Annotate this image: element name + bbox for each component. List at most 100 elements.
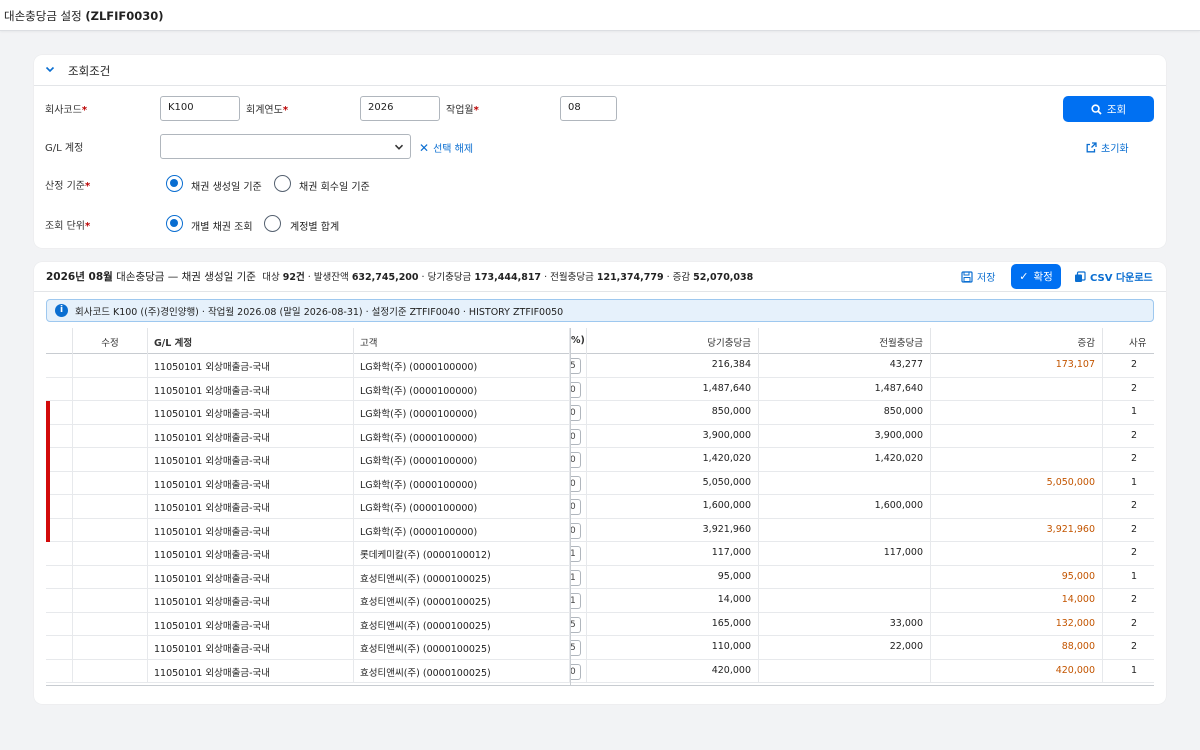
col-gl-account[interactable]: G/L 계정	[148, 328, 354, 354]
row-marker-cell	[46, 589, 73, 613]
table-row[interactable]: 11050101 외상매출금-국내 LG화학(주) (0000100000) 0 1,…	[46, 448, 1154, 472]
table-row[interactable]: 11050101 외상매출금-국내 LG화학(주) (0000100000) 0 1,…	[46, 495, 1154, 519]
basis-radio-collection[interactable]	[274, 175, 291, 192]
fiscal-year-input[interactable]: 2026	[360, 96, 440, 121]
unit-radio-individual[interactable]	[166, 215, 183, 232]
change-cell	[931, 401, 1103, 425]
table-row[interactable]: 11050101 외상매출금-국내 효성티앤씨(주) (0000100025) 1 1…	[46, 589, 1154, 613]
row-marker-cell	[46, 636, 73, 660]
unit-radio-account-sum[interactable]	[264, 215, 281, 232]
edit-cell[interactable]	[73, 565, 148, 589]
col-edit[interactable]: 수정	[73, 328, 148, 354]
edit-cell[interactable]	[73, 495, 148, 519]
customer-cell: LG화학(주) (0000100000)	[354, 448, 570, 472]
edit-cell[interactable]	[73, 377, 148, 401]
percent-input[interactable]: 5	[570, 616, 581, 633]
edit-cell[interactable]	[73, 424, 148, 448]
table-row[interactable]: 11050101 외상매출금-국내 효성티앤씨(주) (0000100025) 0 4…	[46, 659, 1154, 683]
col-customer[interactable]: 고객	[354, 328, 570, 354]
percent-input[interactable]: 1	[570, 569, 581, 586]
current-allowance-cell: 14,000	[587, 589, 759, 613]
gl-account-cell: 11050101 외상매출금-국내	[148, 448, 354, 472]
col-previous-allowance[interactable]: 전월충당금	[759, 328, 931, 354]
percent-cell: 0	[570, 659, 587, 683]
row-marker-cell	[46, 377, 73, 401]
gl-account-select[interactable]	[160, 134, 411, 159]
row-marker-cell	[46, 612, 73, 636]
percent-input[interactable]: 0	[570, 522, 581, 539]
customer-cell: 효성티앤씨(주) (0000100025)	[354, 636, 570, 660]
reason-cell: 2	[1103, 448, 1154, 472]
percent-input[interactable]: 0	[570, 452, 581, 468]
edit-cell[interactable]	[73, 354, 148, 378]
row-marker-cell	[46, 471, 73, 495]
edit-cell[interactable]	[73, 612, 148, 636]
company-code-label: 회사코드*	[45, 105, 88, 116]
col-change[interactable]: 증감	[931, 328, 1103, 354]
page-title-text: 대손충당금 설정	[4, 9, 82, 23]
previous-allowance-cell	[759, 565, 931, 589]
percent-input[interactable]: 0	[570, 428, 581, 445]
previous-allowance-cell: 3,900,000	[759, 424, 931, 448]
reset-button[interactable]: 초기화	[1086, 140, 1129, 155]
percent-cell: 0	[570, 401, 587, 425]
edit-cell[interactable]	[73, 636, 148, 660]
reset-icon	[1086, 142, 1097, 153]
row-marker-cell	[46, 518, 73, 542]
percent-input[interactable]: 0	[570, 405, 581, 421]
table-row[interactable]: 11050101 외상매출금-국내 효성티앤씨(주) (0000100025) 5 1…	[46, 612, 1154, 636]
percent-input[interactable]: 1	[570, 593, 581, 609]
company-code-input[interactable]: K100	[160, 96, 240, 121]
table-row[interactable]: 11050101 외상매출금-국내 LG화학(주) (0000100000) 0 3,…	[46, 424, 1154, 448]
work-month-input[interactable]: 08	[560, 96, 617, 121]
confirm-button[interactable]: ✓ 확정	[1011, 264, 1061, 289]
table-row[interactable]: 11050101 외상매출금-국내 LG화학(주) (0000100000) 0 85…	[46, 401, 1154, 425]
customer-cell: 효성티앤씨(주) (0000100025)	[354, 612, 570, 636]
filter-panel-header[interactable]: 조회조건	[34, 55, 1166, 86]
frozen-column-edge	[570, 328, 571, 686]
table-row[interactable]: 11050101 외상매출금-국내 LG화학(주) (0000100000) 0 5,…	[46, 471, 1154, 495]
customer-cell: 효성티앤씨(주) (0000100025)	[354, 659, 570, 683]
edit-cell[interactable]	[73, 401, 148, 425]
edit-cell[interactable]	[73, 471, 148, 495]
table-row[interactable]: 11050101 외상매출금-국내 LG화학(주) (0000100000) 0 1,…	[46, 377, 1154, 401]
gl-account-cell: 11050101 외상매출금-국내	[148, 589, 354, 613]
col-percent[interactable]: %)	[570, 328, 587, 354]
edit-cell[interactable]	[73, 518, 148, 542]
save-button[interactable]: 저장	[961, 264, 995, 289]
percent-input[interactable]: 5	[570, 640, 581, 656]
table-row[interactable]: 11050101 외상매출금-국내 LG화학(주) (0000100000) 5 21…	[46, 354, 1154, 378]
csv-download-button[interactable]: CSV 다운로드	[1074, 264, 1153, 289]
search-button[interactable]: 조회	[1063, 96, 1154, 122]
edit-cell[interactable]	[73, 542, 148, 566]
gl-account-cell: 11050101 외상매출금-국내	[148, 659, 354, 683]
chevron-down-icon[interactable]	[44, 63, 56, 75]
result-title: 2026년 08월 대손충당금 — 채권 생성일 기준 대상 92건 · 발생잔…	[46, 269, 753, 284]
basis-radio-creation[interactable]	[166, 175, 183, 192]
percent-input[interactable]: 0	[570, 475, 581, 492]
table-row[interactable]: 11050101 외상매출금-국내 효성티앤씨(주) (0000100025) 1 9…	[46, 565, 1154, 589]
clear-selection-link[interactable]: ✕ 선택 해제	[419, 140, 473, 156]
percent-input[interactable]: 0	[570, 381, 581, 398]
percent-input[interactable]: 5	[570, 358, 581, 374]
col-current-allowance[interactable]: 당기충당금	[587, 328, 759, 354]
edit-cell[interactable]	[73, 448, 148, 472]
table-row[interactable]: 11050101 외상매출금-국내 LG화학(주) (0000100000) 0 3,…	[46, 518, 1154, 542]
col-reason[interactable]: 사유	[1103, 328, 1154, 354]
percent-cell: 0	[570, 518, 587, 542]
row-marker-cell	[46, 448, 73, 472]
customer-cell: LG화학(주) (0000100000)	[354, 471, 570, 495]
percent-cell: 0	[570, 424, 587, 448]
row-marker-cell	[46, 401, 73, 425]
edit-cell[interactable]	[73, 659, 148, 683]
table-row[interactable]: 11050101 외상매출금-국내 효성티앤씨(주) (0000100025) 5 1…	[46, 636, 1154, 660]
result-title-text: 대손충당금 — 채권 생성일 기준	[112, 271, 256, 283]
gl-account-cell: 11050101 외상매출금-국내	[148, 377, 354, 401]
percent-input[interactable]: 1	[570, 546, 581, 562]
work-month-label: 작업월*	[446, 105, 479, 116]
gl-account-cell: 11050101 외상매출금-국내	[148, 354, 354, 378]
edit-cell[interactable]	[73, 589, 148, 613]
table-row[interactable]: 11050101 외상매출금-국내 롯데케미칼(주) (0000100012) 1 1…	[46, 542, 1154, 566]
percent-input[interactable]: 0	[570, 663, 581, 680]
percent-input[interactable]: 0	[570, 499, 581, 515]
